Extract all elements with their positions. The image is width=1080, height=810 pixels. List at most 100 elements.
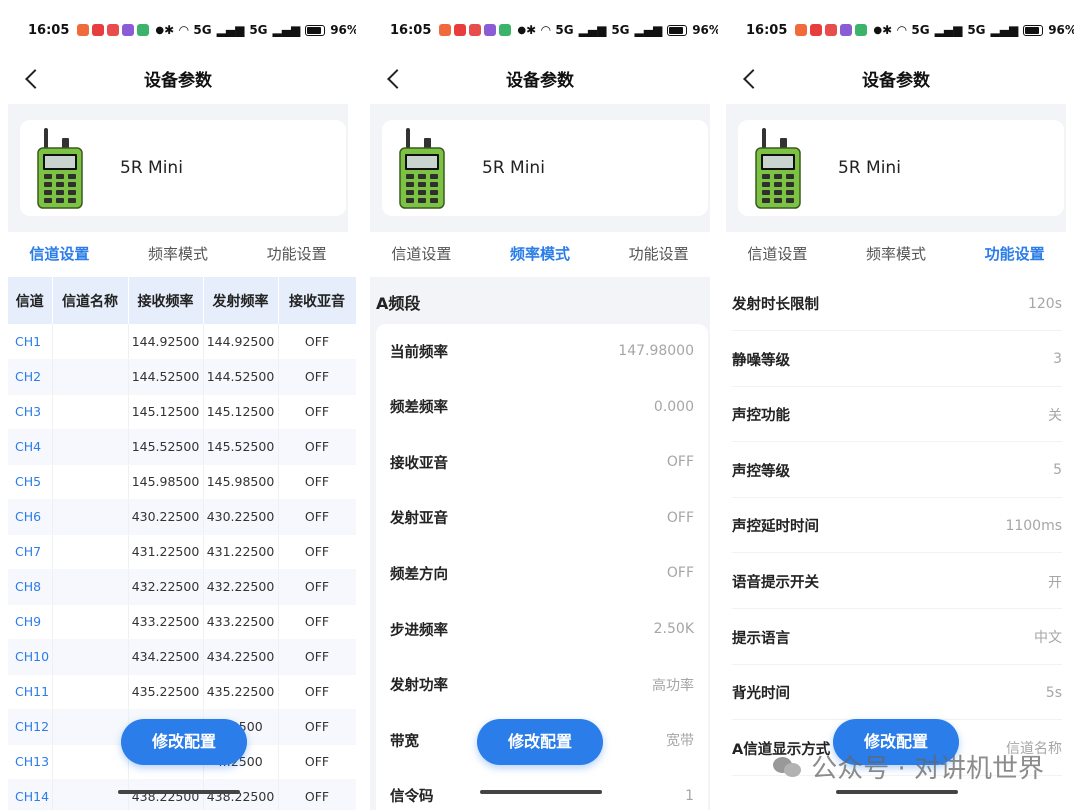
cell-name xyxy=(52,674,129,710)
cell-tx: 145.12500 xyxy=(203,394,279,430)
setting-row[interactable]: 声控等级 5 xyxy=(732,444,1062,498)
modify-config-button[interactable]: 修改配置 xyxy=(477,719,603,765)
setting-row[interactable]: 频差方向 OFF xyxy=(390,553,694,593)
table-row[interactable]: CH10 434.22500 434.22500 OFF xyxy=(8,639,356,675)
cell-tx: 145.98500 xyxy=(203,464,279,500)
tab-frequency-mode[interactable]: 频率模式 xyxy=(837,240,956,270)
battery-icon xyxy=(1023,24,1044,36)
tab-function-settings[interactable]: 功能设置 xyxy=(955,240,1074,270)
screen-function-settings: 16:05 ● ✱ ◠ 5G ▂▄▆ 5G ▂▄▆ 96% 设备参数 xyxy=(718,0,1074,810)
cell-name xyxy=(52,359,129,395)
tab-channel-settings[interactable]: 信道设置 xyxy=(0,240,119,270)
walkie-talkie-image xyxy=(399,128,445,209)
table-row[interactable]: CH8 432.22500 432.22500 OFF xyxy=(8,569,356,605)
tab-function-settings[interactable]: 功能设置 xyxy=(599,240,718,270)
setting-row[interactable]: 语音提示开关 开 xyxy=(732,555,1062,609)
setting-row[interactable]: 提示语言 中文 xyxy=(732,611,1062,665)
cell-ch: CH3 xyxy=(8,394,53,430)
device-name: 5R Mini xyxy=(838,158,901,178)
setting-label: 背光时间 xyxy=(732,686,790,703)
status-bar: 16:05 ● ✱ ◠ 5G ▂▄▆ 5G ▂▄▆ 96% xyxy=(718,18,1074,42)
cell-signal-icon-2: ▂▄▆ xyxy=(272,23,301,37)
app-notification-icon xyxy=(499,24,512,36)
cell-name xyxy=(52,464,129,500)
app-notification-icon xyxy=(137,24,150,36)
table-row[interactable]: CH9 433.22500 433.22500 OFF xyxy=(8,604,356,640)
tab-bar: 信道设置 频率模式 功能设置 xyxy=(362,240,718,270)
tab-bar: 信道设置 频率模式 功能设置 xyxy=(718,240,1074,270)
home-indicator[interactable] xyxy=(480,790,602,794)
setting-row[interactable]: 声控延时时间 1100ms xyxy=(732,499,1062,554)
cell-ch: CH10 xyxy=(8,639,53,675)
setting-row[interactable]: 频差频率 0.000 xyxy=(390,387,694,427)
cell-tone: OFF xyxy=(278,604,356,640)
cell-signal-icon-2: ▂▄▆ xyxy=(990,23,1019,37)
cell-rx: 435.22500 xyxy=(128,674,204,710)
cell-name xyxy=(52,744,129,780)
table-row[interactable]: CH6 430.22500 430.22500 OFF xyxy=(8,499,356,535)
table-row[interactable]: CH4 145.52500 145.52500 OFF xyxy=(8,429,356,465)
battery-icon xyxy=(305,24,326,36)
nav-bar: 设备参数 xyxy=(0,58,356,98)
setting-row[interactable]: 声控功能 关 xyxy=(732,388,1062,443)
setting-row[interactable]: 背光时间 5s xyxy=(732,666,1062,721)
app-notification-icon xyxy=(795,24,808,36)
home-indicator[interactable] xyxy=(836,790,958,794)
watermark: 公众号 · 对讲机世界 xyxy=(773,748,1044,785)
screen-channel-settings: 16:05 ● ✱ ◠ 5G ▂▄▆ 5G ▂▄▆ 96% 设备参数 xyxy=(0,0,356,810)
battery-percent: 96% xyxy=(1048,23,1074,37)
cell-rx: 433.22500 xyxy=(128,604,204,640)
setting-row[interactable]: 步进频率 2.50K xyxy=(390,609,694,649)
nav-bar: 设备参数 xyxy=(362,58,718,98)
screen-frequency-mode: 16:05 ● ✱ ◠ 5G ▂▄▆ 5G ▂▄▆ 96% 设备参数 xyxy=(362,0,718,810)
table-row[interactable]: CH14 438.22500 438.22500 OFF xyxy=(8,779,356,810)
app-notification-icon xyxy=(439,24,452,36)
walkie-talkie-image xyxy=(755,128,801,209)
wifi-icon: ◠ xyxy=(897,23,907,37)
cell-signal-label-2: 5G xyxy=(611,23,630,37)
column-header: 接收频率 xyxy=(128,277,204,324)
table-row[interactable]: CH1 144.92500 144.92500 OFF xyxy=(8,324,356,360)
cell-rx: 144.52500 xyxy=(128,359,204,395)
setting-row[interactable]: 接收亚音 OFF xyxy=(390,442,694,482)
setting-label: 接收亚音 xyxy=(390,455,448,472)
home-indicator[interactable] xyxy=(118,790,240,794)
cell-name xyxy=(52,639,129,675)
cell-name xyxy=(52,534,129,570)
status-right: ✱ ◠ 5G ▂▄▆ 5G ▂▄▆ 96% xyxy=(882,23,1074,37)
cell-tx: 145.52500 xyxy=(203,429,279,465)
table-row[interactable]: CH11 435.22500 435.22500 OFF xyxy=(8,674,356,710)
tab-frequency-mode[interactable]: 频率模式 xyxy=(119,240,238,270)
setting-row[interactable]: 发射时长限制 120s xyxy=(732,277,1062,331)
cell-ch: CH1 xyxy=(8,324,53,360)
tab-channel-settings[interactable]: 信道设置 xyxy=(718,240,837,270)
app-notification-icon xyxy=(122,24,135,36)
setting-row[interactable]: 静噪等级 3 xyxy=(732,333,1062,387)
setting-row[interactable]: 发射功率 高功率 xyxy=(390,665,694,705)
cell-ch: CH2 xyxy=(8,359,53,395)
cell-name xyxy=(52,569,129,605)
page-title: 设备参数 xyxy=(506,71,574,91)
setting-row[interactable]: 发射亚音 OFF xyxy=(390,498,694,538)
setting-label: 发射时长限制 xyxy=(732,297,819,313)
cell-rx: 144.92500 xyxy=(128,324,204,360)
setting-label: 频差方向 xyxy=(390,566,448,583)
cell-tx: 144.92500 xyxy=(203,324,279,360)
notification-icons xyxy=(439,24,512,36)
modify-config-button[interactable]: 修改配置 xyxy=(121,719,247,765)
table-row[interactable]: CH5 145.98500 145.98500 OFF xyxy=(8,464,356,500)
table-row[interactable]: CH2 144.52500 144.52500 OFF xyxy=(8,359,356,395)
tab-channel-settings[interactable]: 信道设置 xyxy=(362,240,481,270)
column-header: 接收亚音 xyxy=(278,277,356,324)
cell-rx: 432.22500 xyxy=(128,569,204,605)
setting-value: 147.98000 xyxy=(618,343,694,359)
table-row[interactable]: CH7 431.22500 431.22500 OFF xyxy=(8,534,356,570)
setting-row[interactable]: 当前频率 147.98000 xyxy=(390,331,694,371)
cell-ch: CH14 xyxy=(8,779,53,810)
setting-value: 1 xyxy=(685,787,694,804)
wifi-icon: ◠ xyxy=(541,23,551,37)
table-row[interactable]: CH3 145.12500 145.12500 OFF xyxy=(8,394,356,430)
tab-function-settings[interactable]: 功能设置 xyxy=(237,240,356,270)
notification-icons xyxy=(77,24,150,36)
tab-frequency-mode[interactable]: 频率模式 xyxy=(481,240,600,270)
